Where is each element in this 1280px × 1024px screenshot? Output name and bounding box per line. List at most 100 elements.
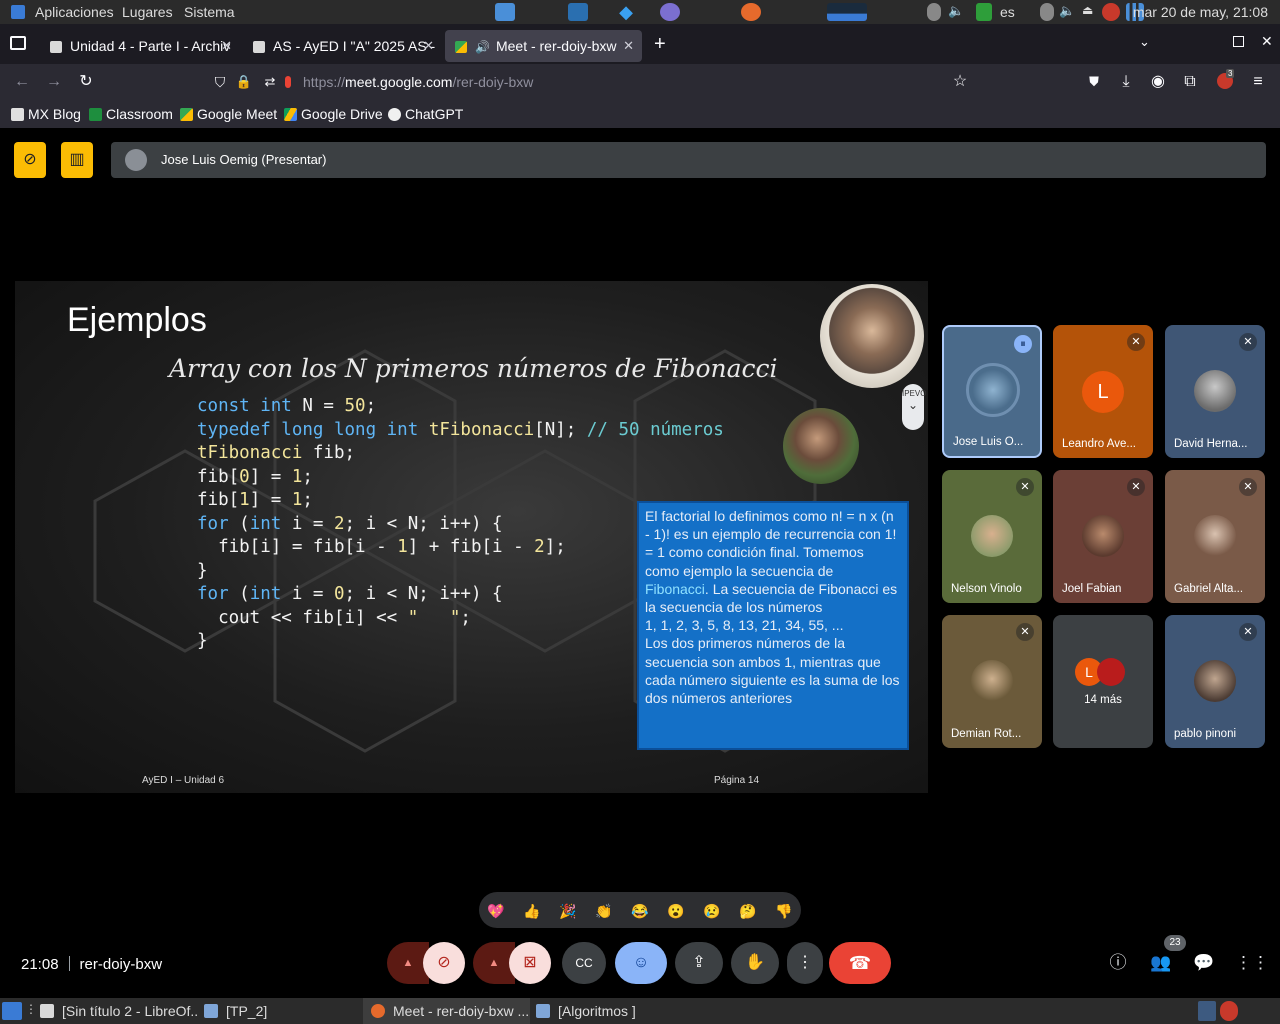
audio-playing-icon[interactable]: 🔊 [475, 40, 490, 54]
presenter-bar[interactable]: Jose Luis Oemig (Presentar) [111, 142, 1266, 178]
forward-icon[interactable]: → [45, 73, 63, 91]
firefox-launcher-icon[interactable] [741, 3, 761, 21]
reaction-party[interactable]: 🎉 [557, 900, 579, 922]
meeting-details-icon[interactable]: ⓘ [1106, 951, 1130, 975]
leave-call-button[interactable]: ☎ [829, 942, 891, 984]
remote-desktop-launcher-icon[interactable] [568, 3, 588, 21]
volume-tray-icon-2[interactable]: 🔈 [1059, 3, 1075, 21]
workspace-2-icon[interactable] [1220, 1001, 1238, 1021]
pocket-icon[interactable]: ⛊ [1085, 73, 1103, 91]
participant-tile-jose-luis[interactable]: ⏸ Jose Luis O... [942, 325, 1042, 458]
chat-icon[interactable]: 💬 [1192, 951, 1216, 975]
taskbar-item-tp2[interactable]: [TP_2] [196, 998, 366, 1024]
reaction-clap[interactable]: 👏 [593, 900, 615, 922]
more-options-button[interactable]: ⋮ [787, 942, 823, 984]
reaction-thumbs-down[interactable]: 👎 [773, 900, 795, 922]
tab-meet[interactable]: 🔊 Meet - rer-doiy-bxw ✕ [445, 30, 642, 62]
app-launcher-icon[interactable] [660, 3, 680, 21]
participant-tile-david[interactable]: ✕ David Herna... [1165, 325, 1265, 458]
bookmark-google-meet[interactable]: Google Meet [180, 106, 277, 122]
tab-unidad-4[interactable]: Unidad 4 - Parte I - Archiv ✕ [40, 30, 240, 62]
hide-presentation-button[interactable]: ⊘ [14, 142, 46, 178]
participant-tile-pablo[interactable]: ✕ pablo pinoni [1165, 615, 1265, 748]
tab-close-icon[interactable]: ✕ [623, 30, 634, 62]
volume-tray-icon[interactable]: 🔈 [948, 3, 964, 21]
menu-aplicaciones[interactable]: Aplicaciones [35, 4, 114, 20]
taskbar-item-algoritmos[interactable]: [Algoritmos ] [528, 998, 698, 1024]
raise-hand-button[interactable]: ✋ [731, 942, 779, 984]
activities-grid-icon[interactable]: ⋮⋮ [1235, 951, 1269, 975]
more-vert-icon: ⋮ [797, 954, 813, 971]
bookmark-chatgpt[interactable]: ChatGPT [388, 106, 463, 122]
extension-badge: 3 [1226, 69, 1235, 78]
people-icon[interactable]: 👥 [1149, 951, 1173, 975]
system-taskbar: ⋮ [Sin título 2 - LibreOf... [TP_2] Meet… [0, 998, 1280, 1024]
restore-window-icon[interactable] [1233, 36, 1244, 47]
downloads-icon[interactable]: ⤓ [1117, 73, 1135, 91]
microphone-tray-icon-2[interactable] [1040, 3, 1054, 21]
bookmark-star-icon[interactable]: ☆ [951, 73, 969, 91]
reaction-sad[interactable]: 😢 [701, 900, 723, 922]
microphone-toggle-button[interactable]: ⊘ [423, 942, 465, 984]
tracking-protection-shield-icon[interactable]: ⛉ [211, 73, 229, 91]
tab-ayed-aula[interactable]: AS - AyED I "A" 2025 AS - ✕ [243, 30, 442, 62]
reaction-thumbs-up[interactable]: 👍 [521, 900, 543, 922]
participant-tile-joel[interactable]: ✕ Joel Fabian [1053, 470, 1153, 603]
microphone-in-use-icon[interactable] [285, 76, 291, 88]
reactions-button[interactable]: ☺ [615, 942, 667, 984]
bookmark-google-drive[interactable]: Google Drive [284, 106, 383, 122]
chevron-up-icon: ▲ [488, 957, 500, 969]
camera-toggle-button[interactable]: ⊠ [509, 942, 551, 984]
system-menu-icon[interactable] [11, 5, 25, 19]
close-window-icon[interactable]: ✕ [1261, 33, 1273, 50]
eject-tray-icon[interactable]: ⏏ [1082, 3, 1098, 21]
speaking-indicator-icon: ⏸ [1014, 335, 1032, 353]
taskbar-item-meet[interactable]: Meet - rer-doiy-bxw ... [363, 998, 530, 1024]
menu-sistema[interactable]: Sistema [184, 4, 235, 20]
presentation-off-icon: ⊘ [23, 151, 37, 168]
menu-lugares[interactable]: Lugares [122, 4, 173, 20]
accessibility-tray-icon[interactable] [976, 3, 992, 21]
show-desktop-icon[interactable] [2, 1002, 22, 1020]
reaction-thinking[interactable]: 🤔 [737, 900, 759, 922]
keyboard-layout-label[interactable]: es [1000, 4, 1015, 20]
system-clock[interactable]: mar 20 de may, 21:08 [1133, 4, 1268, 20]
permissions-icon[interactable]: ⇄ [261, 73, 279, 91]
camera-widget[interactable]: IPEVO ⌄ [902, 384, 926, 430]
extensions-icon[interactable]: ⧉ [1181, 73, 1199, 91]
account-icon[interactable]: ◉ [1149, 73, 1167, 91]
reload-icon[interactable]: ↻ [77, 73, 95, 91]
captions-button[interactable]: CC [562, 942, 606, 984]
home-folder-launcher-icon[interactable] [495, 3, 515, 21]
mic-muted-icon: ✕ [1016, 478, 1034, 496]
workspace-1-icon[interactable] [1198, 1001, 1216, 1021]
participant-tile-leandro[interactable]: L ✕ Leandro Ave... [1053, 325, 1153, 458]
back-icon[interactable]: ← [13, 73, 31, 91]
update-tray-icon[interactable] [1102, 3, 1120, 21]
vscode-launcher-icon[interactable]: ◆ [616, 3, 636, 21]
participant-tile-more[interactable]: L 14 más [1053, 615, 1153, 748]
taskbar-item-libreoffice[interactable]: [Sin título 2 - LibreOf... [32, 998, 198, 1024]
reaction-surprised[interactable]: 😮 [665, 900, 687, 922]
reaction-laugh[interactable]: 😂 [629, 900, 651, 922]
tab-close-icon[interactable]: ✕ [423, 30, 434, 62]
participant-tile-nelson[interactable]: ✕ Nelson Vinolo [942, 470, 1042, 603]
layout-button[interactable]: ▥ [61, 142, 93, 178]
mic-muted-icon: ✕ [1239, 333, 1257, 351]
present-icon: ⇪ [692, 954, 706, 971]
mic-muted-icon: ✕ [1127, 478, 1145, 496]
participant-tile-gabriel[interactable]: ✕ Gabriel Alta... [1165, 470, 1265, 603]
present-screen-button[interactable]: ⇪ [675, 942, 723, 984]
lock-icon[interactable]: 🔒 [235, 73, 253, 91]
tab-close-icon[interactable]: ✕ [221, 30, 232, 62]
url-bar[interactable]: https://meet.google.com/rer-doiy-bxw [303, 74, 533, 90]
reaction-heart[interactable]: 💖 [485, 900, 507, 922]
bookmark-mx-blog[interactable]: MX Blog [11, 106, 81, 122]
app-menu-icon[interactable]: ≡ [1249, 73, 1267, 91]
participant-tile-demian[interactable]: ✕ Demian Rot... [942, 615, 1042, 748]
microphone-tray-icon[interactable] [927, 3, 941, 21]
new-tab-icon[interactable]: + [654, 33, 666, 56]
bookmark-classroom[interactable]: Classroom [89, 106, 173, 122]
firefox-view-icon[interactable] [10, 36, 26, 50]
list-all-tabs-icon[interactable]: ⌄ [1139, 34, 1150, 50]
